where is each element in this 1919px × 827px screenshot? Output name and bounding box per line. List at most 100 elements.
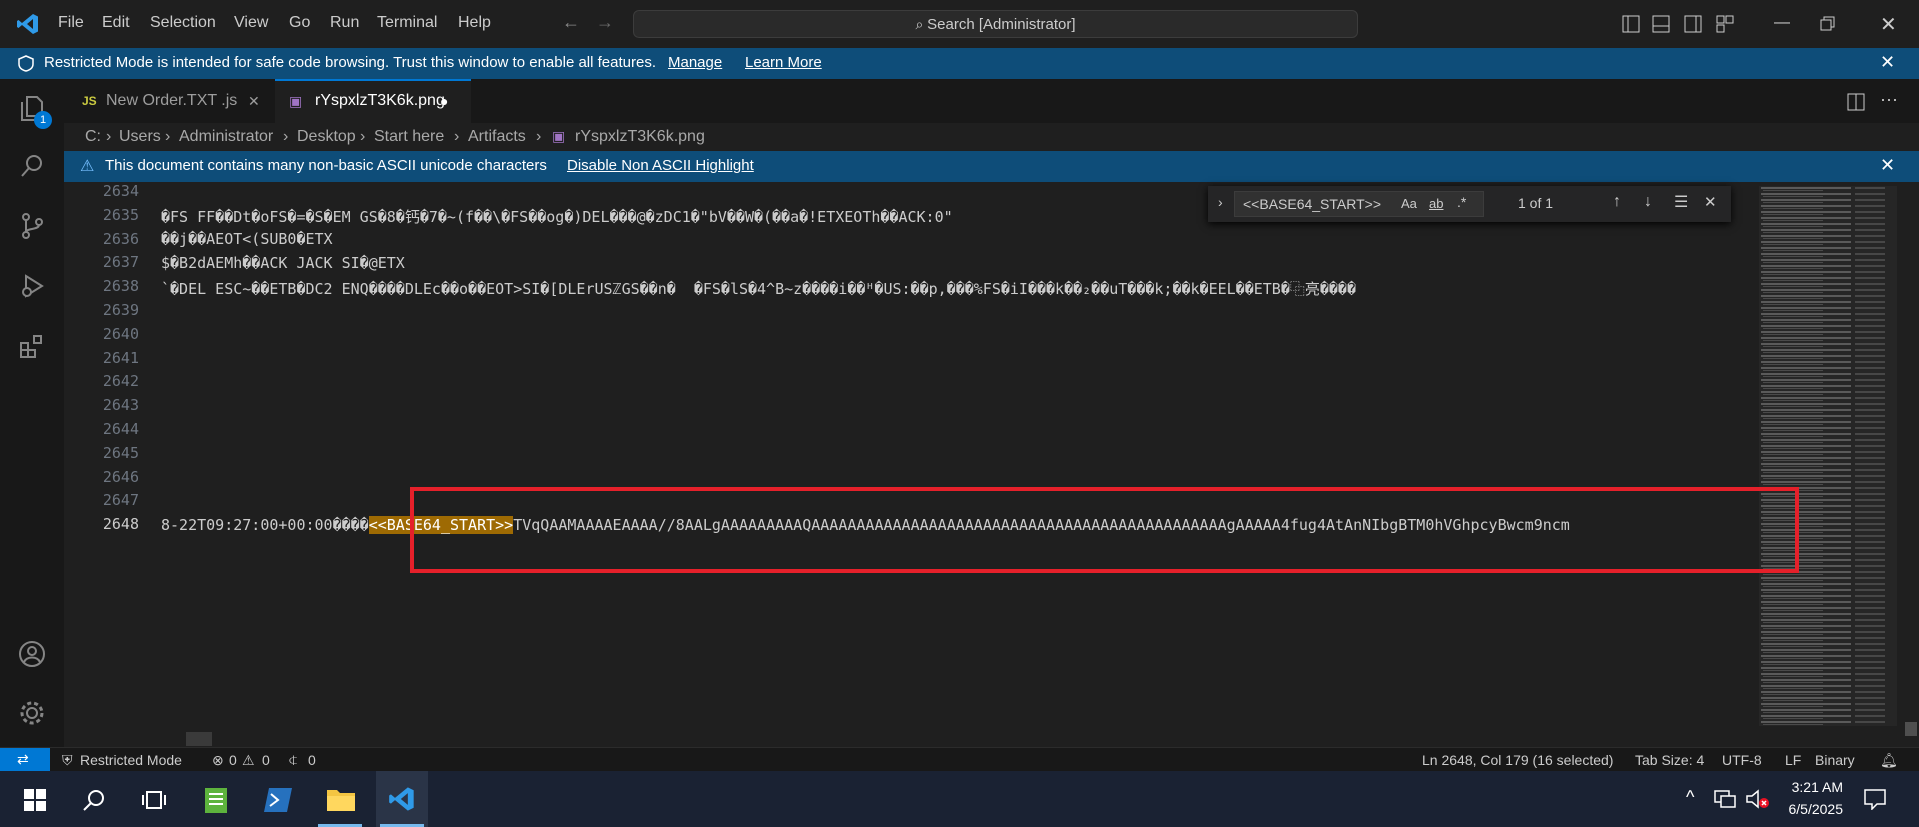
account-icon[interactable]: [18, 640, 46, 668]
ports-count[interactable]: 0: [308, 752, 316, 768]
taskbar-search-icon[interactable]: [82, 788, 106, 812]
menu-go[interactable]: Go: [289, 14, 310, 32]
end-of-line[interactable]: LF: [1785, 752, 1801, 768]
cursor-position[interactable]: Ln 2648, Col 179 (16 selected): [1422, 752, 1613, 768]
forward-arrow-icon[interactable]: →: [596, 12, 614, 33]
task-view-icon[interactable]: [142, 788, 166, 812]
chevron-right-icon: ›: [454, 128, 460, 145]
menu-view[interactable]: View: [234, 14, 268, 32]
taskbar-clock-date[interactable]: 6/5/2025: [1775, 801, 1844, 817]
find-query: <<BASE64_START>>: [1243, 196, 1382, 212]
file-explorer-app-icon[interactable]: [326, 786, 356, 812]
restricted-mode-banner: Restricted Mode is intended for safe cod…: [0, 48, 1919, 79]
menu-run[interactable]: Run: [330, 14, 359, 32]
match-whole-word-icon[interactable]: ab: [1429, 196, 1443, 211]
code-line-2637[interactable]: $�B2dAEMh��ACK JACK SI�@ETX: [161, 254, 1759, 272]
tab-png-file[interactable]: ▣ rYspxlzT3K6k.png ●: [275, 79, 471, 123]
breadcrumb-administrator[interactable]: Administrator: [179, 128, 273, 146]
editor-area[interactable]: 2634 2635 2636 2637 2638 2639 2640 2641 2642 2643…: [64, 182, 1919, 747]
customize-layout-icon[interactable]: [1716, 15, 1734, 33]
breadcrumb-artifacts[interactable]: Artifacts: [468, 128, 526, 146]
menu-selection[interactable]: Selection: [150, 14, 216, 32]
volume-muted-icon[interactable]: [1745, 788, 1771, 810]
breadcrumb-file[interactable]: rYspxlzT3K6k.png: [575, 128, 705, 146]
close-window-icon[interactable]: ✕: [1880, 12, 1897, 37]
breadcrumb-drive[interactable]: C:: [85, 128, 101, 146]
source-control-icon[interactable]: [18, 212, 46, 240]
remote-icon: ⇄: [17, 751, 29, 767]
command-search-box[interactable]: ⌕ Search [Administrator]: [633, 10, 1358, 38]
taskbar-clock-time[interactable]: 3:21 AM: [1783, 779, 1843, 795]
code-line-2638[interactable]: `�DEL ESC~��ETB�DC2 ENQ����DLEc��o��EOT>…: [161, 278, 1759, 299]
run-debug-icon[interactable]: [18, 272, 46, 300]
tab-new-order-js[interactable]: JS New Order.TXT .js ✕: [64, 79, 270, 123]
notepad-app-icon[interactable]: [202, 785, 230, 815]
close-banner-icon[interactable]: ✕: [1880, 155, 1895, 176]
warning-count[interactable]: 0: [262, 752, 270, 768]
close-find-icon[interactable]: ✕: [1704, 193, 1717, 211]
line-number: 2639: [102, 301, 139, 319]
find-input[interactable]: <<BASE64_START>> Aa ab .*: [1234, 191, 1484, 217]
settings-gear-icon[interactable]: [18, 699, 46, 727]
line-prefix: 8-22T09:27:00+00:00����: [161, 516, 369, 534]
code-line-2636[interactable]: ��j��AEOT<(SUB0�ETX: [161, 230, 1759, 248]
horizontal-scrollbar-thumb[interactable]: [186, 732, 212, 746]
windows-start-icon[interactable]: [24, 789, 46, 811]
restricted-mode-status[interactable]: Restricted Mode: [80, 752, 182, 768]
breadcrumb-desktop[interactable]: Desktop: [297, 128, 356, 146]
manage-link[interactable]: Manage: [668, 54, 722, 71]
tab-close-icon[interactable]: ✕: [248, 79, 260, 123]
toggle-sidebar-icon[interactable]: [1622, 15, 1640, 33]
find-result-count: 1 of 1: [1518, 195, 1554, 211]
notifications-icon[interactable]: 🔔︎: [1880, 752, 1898, 769]
menu-help[interactable]: Help: [458, 14, 491, 32]
toggle-secondary-sidebar-icon[interactable]: [1684, 15, 1702, 33]
breadcrumb-users[interactable]: Users: [119, 128, 161, 146]
find-in-selection-icon[interactable]: ☰: [1674, 192, 1688, 212]
more-actions-icon[interactable]: ···: [1880, 89, 1898, 110]
vscode-taskbar-button[interactable]: [376, 771, 428, 827]
error-count[interactable]: 0: [229, 752, 237, 768]
chevron-right-icon: ›: [360, 128, 366, 145]
back-arrow-icon[interactable]: ←: [562, 12, 580, 33]
editor-tabs: JS New Order.TXT .js ✕ ▣ rYspxlzT3K6k.pn…: [64, 79, 1919, 123]
previous-match-icon[interactable]: ↑: [1613, 193, 1621, 211]
toggle-replace-chevron-icon[interactable]: ›: [1218, 194, 1223, 210]
warning-icon: ⚠: [80, 158, 95, 175]
notification-center-icon[interactable]: [1863, 788, 1887, 810]
disable-highlight-link[interactable]: Disable Non ASCII Highlight: [567, 157, 754, 174]
powershell-app-icon[interactable]: [263, 786, 293, 814]
extensions-icon[interactable]: [18, 332, 46, 360]
menu-file[interactable]: File: [58, 14, 84, 32]
search-icon: ⌕: [915, 16, 928, 32]
close-banner-icon[interactable]: ✕: [1880, 52, 1895, 73]
search-view-icon[interactable]: [18, 152, 46, 180]
restore-icon[interactable]: [1820, 16, 1836, 32]
minimize-icon[interactable]: —: [1774, 14, 1790, 32]
chevron-right-icon: ›: [536, 128, 542, 145]
minimap[interactable]: [1759, 186, 1897, 726]
line-number: 2636: [102, 229, 139, 248]
network-icon[interactable]: [1713, 788, 1737, 810]
use-regex-icon[interactable]: .*: [1457, 194, 1466, 210]
encoding[interactable]: UTF-8: [1722, 752, 1762, 768]
next-match-icon[interactable]: ↓: [1644, 193, 1652, 211]
scrollbar-thumb[interactable]: [1905, 722, 1917, 736]
toggle-panel-icon[interactable]: [1652, 15, 1670, 33]
split-editor-icon[interactable]: [1847, 93, 1865, 111]
show-hidden-icons-chevron-icon[interactable]: ^: [1686, 787, 1694, 808]
line-number: 2647: [102, 491, 139, 510]
remote-indicator[interactable]: ⇄: [0, 748, 50, 772]
vertical-scrollbar[interactable]: [1902, 182, 1919, 747]
match-case-icon[interactable]: Aa: [1401, 196, 1417, 211]
breadcrumb-start-here[interactable]: Start here: [374, 128, 444, 146]
shield-icon: [18, 55, 34, 72]
unsaved-dot-icon[interactable]: ●: [440, 81, 448, 121]
menu-terminal[interactable]: Terminal: [377, 14, 437, 32]
learn-more-link[interactable]: Learn More: [745, 54, 822, 71]
menu-edit[interactable]: Edit: [102, 14, 130, 32]
tab-size[interactable]: Tab Size: 4: [1635, 752, 1704, 768]
line-number: 2642: [102, 372, 139, 391]
language-mode[interactable]: Binary: [1815, 752, 1855, 768]
ports-icon: ⍧: [289, 752, 298, 768]
